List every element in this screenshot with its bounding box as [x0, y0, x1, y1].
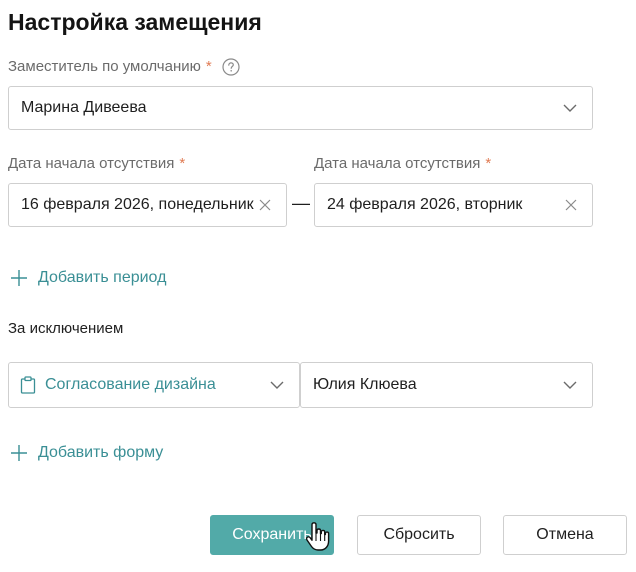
- required-mark: *: [485, 155, 492, 172]
- default-substitute-label-text: Заместитель по умолчанию: [8, 58, 201, 75]
- page-title: Настройка замещения: [8, 9, 262, 35]
- clipboard-icon: [20, 376, 36, 394]
- exception-person-select[interactable]: Юлия Клюева: [300, 362, 593, 408]
- plus-icon: [11, 445, 27, 461]
- end-date-label: Дата начала отсутствия *: [314, 154, 491, 174]
- exception-form-value: Согласование дизайна: [45, 376, 216, 393]
- add-form-label: Добавить форму: [38, 444, 164, 461]
- exceptions-label: За исключением: [8, 320, 124, 337]
- end-date-field[interactable]: 24 февраля 2026, вторник: [314, 183, 593, 227]
- end-date-value: 24 февраля 2026, вторник: [327, 196, 523, 213]
- default-substitute-label: Заместитель по умолчанию *: [8, 57, 240, 77]
- start-date-label-text: Дата начала отсутствия: [8, 155, 175, 172]
- start-date-label: Дата начала отсутствия *: [8, 154, 185, 174]
- reset-button[interactable]: Сбросить: [357, 515, 481, 555]
- start-date-value: 16 февраля 2026, понедельник: [21, 196, 254, 213]
- cancel-button[interactable]: Отмена: [503, 515, 627, 555]
- plus-icon: [11, 270, 27, 286]
- required-mark: *: [179, 155, 186, 172]
- end-date-label-text: Дата начала отсутствия: [314, 155, 481, 172]
- help-icon[interactable]: [222, 58, 240, 76]
- chevron-down-icon: [270, 381, 284, 389]
- close-icon[interactable]: [564, 198, 578, 212]
- close-icon[interactable]: [258, 198, 272, 212]
- chevron-down-icon: [563, 104, 577, 112]
- exception-form-select[interactable]: Согласование дизайна: [8, 362, 300, 408]
- default-substitute-value: Марина Дивеева: [21, 99, 147, 116]
- add-form-link[interactable]: Добавить форму: [10, 444, 163, 462]
- exception-person-value: Юлия Клюева: [313, 376, 417, 393]
- date-range-separator: —: [292, 193, 310, 213]
- chevron-down-icon: [563, 381, 577, 389]
- required-mark: *: [205, 58, 212, 75]
- hand-cursor-icon: [305, 522, 330, 551]
- add-period-link[interactable]: Добавить период: [10, 269, 166, 287]
- default-substitute-select[interactable]: Марина Дивеева: [8, 86, 593, 130]
- add-period-label: Добавить период: [38, 269, 167, 286]
- start-date-field[interactable]: 16 февраля 2026, понедельник: [8, 183, 287, 227]
